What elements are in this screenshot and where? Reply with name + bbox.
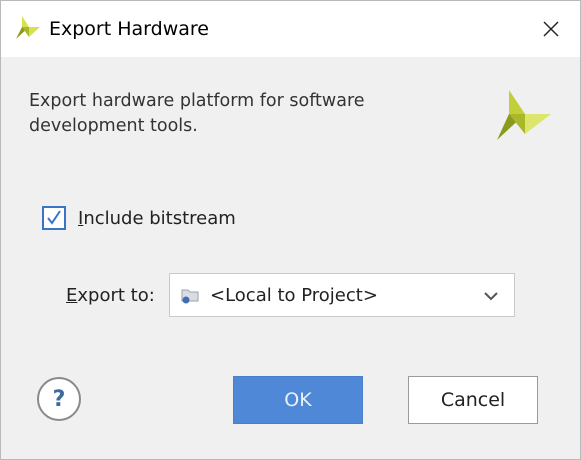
export-to-selected-value: <Local to Project> <box>210 285 378 306</box>
export-to-dropdown[interactable]: <Local to Project> <box>169 273 515 317</box>
export-to-label: Export to: <box>66 285 155 306</box>
export-hardware-dialog: Export Hardware Export hardware platform… <box>0 0 581 460</box>
include-bitstream-checkbox[interactable] <box>42 206 66 230</box>
export-to-label-text: xport to: <box>77 285 155 306</box>
checkmark-icon <box>47 210 61 225</box>
chevron-down-icon <box>484 292 498 301</box>
dialog-description: Export hardware platform for software de… <box>29 91 365 136</box>
close-button[interactable] <box>522 1 580 57</box>
help-icon: ? <box>52 386 66 412</box>
help-button[interactable]: ? <box>37 377 81 421</box>
include-bitstream-checkbox-row[interactable]: Include bitstream <box>42 206 236 230</box>
folder-icon <box>181 289 199 304</box>
title-bar: Export Hardware <box>1 1 580 57</box>
export-to-mnemonic: E <box>66 285 78 306</box>
include-bitstream-label[interactable]: Include bitstream <box>78 208 236 229</box>
dialog-title: Export Hardware <box>49 18 209 40</box>
xilinx-logo-icon <box>16 16 40 39</box>
xilinx-banner-logo-icon <box>497 90 551 140</box>
cancel-button[interactable]: Cancel <box>408 376 538 424</box>
dialog-content: Export hardware platform for software de… <box>1 57 580 459</box>
close-icon <box>543 21 559 37</box>
include-bitstream-label-text: nclude bitstream <box>83 207 236 229</box>
ok-button[interactable]: OK <box>233 376 363 424</box>
